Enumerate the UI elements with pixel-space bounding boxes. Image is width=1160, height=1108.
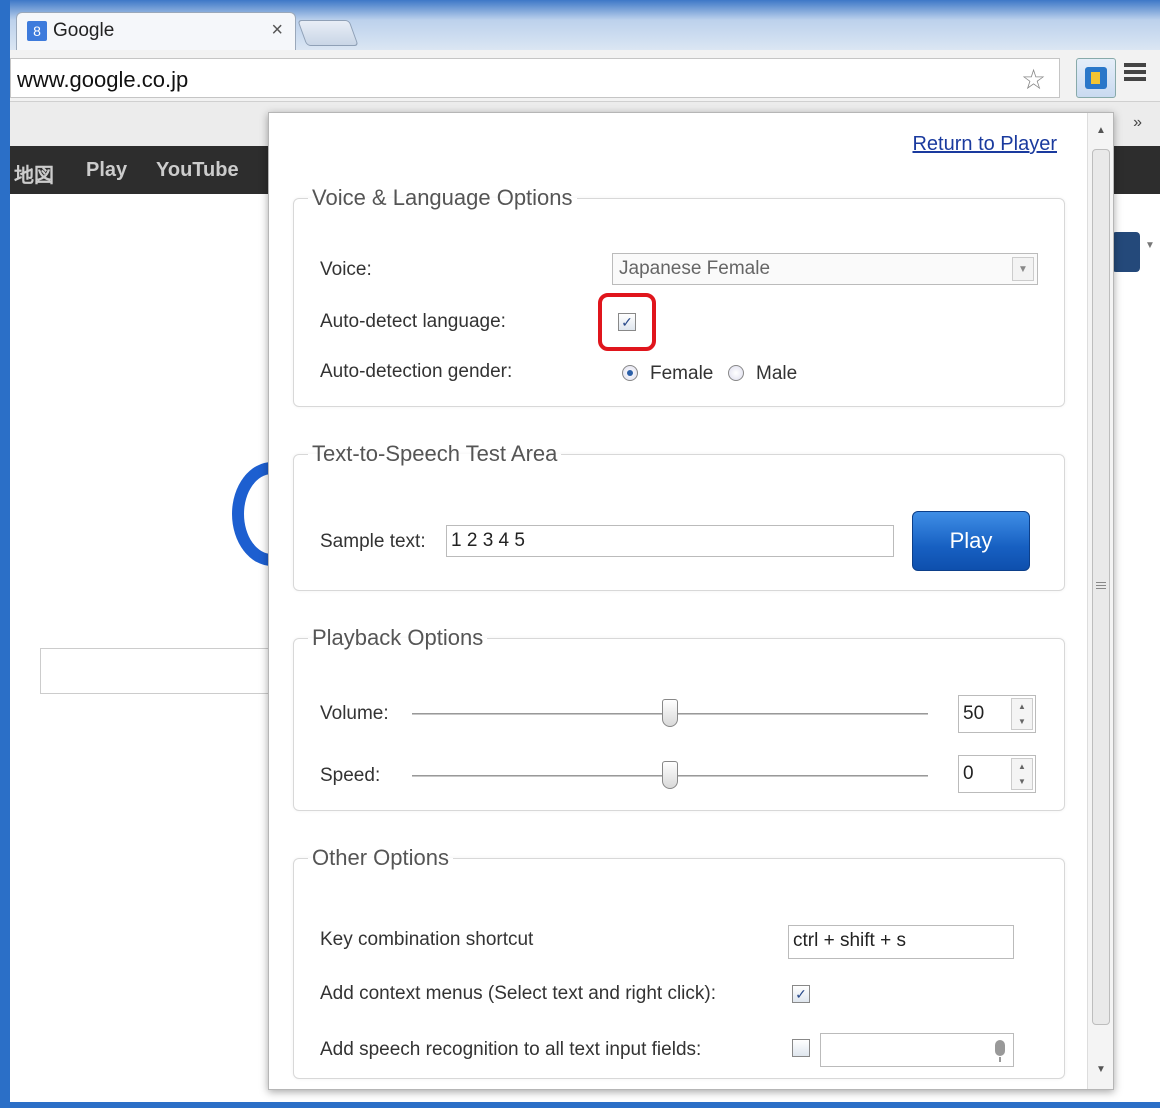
speed-label: Speed: (320, 765, 381, 786)
google-search-input[interactable] (40, 648, 280, 694)
scrollbar-grip-icon (1096, 580, 1106, 591)
browser-toolbar: www.google.co.jp ☆ (10, 50, 1160, 102)
voice-select-value: Japanese Female (619, 258, 771, 279)
other-options-legend: Other Options (312, 845, 449, 870)
volume-spinner[interactable]: 50 ▲ ▼ (958, 695, 1036, 733)
tts-test-area-group: Text-to-Speech Test Area Sample text: 1 … (293, 441, 1065, 591)
volume-label: Volume: (320, 703, 389, 724)
popup-scrollbar[interactable]: ▲ ▼ (1087, 113, 1113, 1089)
speech-recognition-checkbox[interactable] (792, 1039, 810, 1057)
sample-text-input[interactable]: 1 2 3 4 5 (446, 525, 894, 557)
tts-test-area-legend: Text-to-Speech Test Area (312, 441, 558, 466)
tab-google[interactable]: 8 Google × (16, 12, 296, 50)
speaker-icon (1085, 67, 1107, 89)
volume-stepper-icon[interactable]: ▲ ▼ (1011, 698, 1033, 730)
microphone-icon[interactable] (995, 1040, 1005, 1062)
volume-value: 50 (963, 703, 985, 724)
return-to-player-link[interactable]: Return to Player (912, 133, 1057, 156)
voice-language-legend: Voice & Language Options (312, 185, 573, 210)
volume-slider-thumb[interactable] (662, 699, 678, 727)
speed-value: 0 (963, 763, 974, 784)
extension-options-popup: ▲ ▼ Return to Player Voice & Language Op… (268, 112, 1114, 1090)
voice-language-options-group: Voice & Language Options Voice: Japanese… (293, 185, 1065, 407)
voice-label: Voice: (320, 259, 372, 280)
google-favicon-icon: 8 (27, 21, 47, 41)
chrome-menu-icon[interactable] (1124, 60, 1146, 84)
tab-strip: 8 Google × (10, 0, 1160, 50)
context-menus-label: Add context menus (Select text and right… (320, 983, 717, 1004)
key-shortcut-input[interactable]: ctrl + shift + s (788, 925, 1014, 959)
avatar-dropdown-icon[interactable]: ▼ (1145, 240, 1155, 251)
voice-select[interactable]: Japanese Female ▼ (612, 253, 1038, 285)
google-nav-maps[interactable]: 地図 (14, 159, 54, 188)
playback-options-legend: Playback Options (312, 625, 484, 650)
tab-close-icon[interactable]: × (271, 19, 283, 42)
speed-stepper-icon[interactable]: ▲ ▼ (1011, 758, 1033, 790)
playback-options-group: Playback Options Volume: 50 ▲ ▼ Speed: 0 … (293, 625, 1065, 811)
auto-detect-language-checkbox[interactable]: ✓ (618, 313, 636, 331)
address-bar[interactable]: www.google.co.jp ☆ (10, 58, 1060, 98)
tab-title: Google (53, 20, 115, 41)
speech-input-field[interactable] (820, 1033, 1014, 1067)
bookmark-star-icon[interactable]: ☆ (1021, 63, 1046, 96)
gender-male-radio[interactable] (728, 365, 744, 381)
key-shortcut-label: Key combination shortcut (320, 929, 534, 950)
new-tab-button[interactable] (297, 20, 359, 46)
sample-text-label: Sample text: (320, 531, 426, 552)
other-options-group: Other Options Key combination shortcut c… (293, 845, 1065, 1079)
avatar[interactable] (1112, 232, 1140, 272)
window-frame-bottom (0, 1102, 1160, 1108)
auto-detection-gender-label: Auto-detection gender: (320, 361, 513, 382)
gender-female-label: Female (650, 363, 714, 384)
scroll-down-icon[interactable]: ▼ (1096, 1064, 1106, 1075)
speech-recognition-label: Add speech recognition to all text input… (320, 1039, 702, 1060)
scrollbar-thumb[interactable] (1092, 149, 1110, 1025)
auto-detect-language-label: Auto-detect language: (320, 311, 506, 332)
google-nav-youtube[interactable]: YouTube (156, 159, 239, 182)
context-menus-checkbox[interactable]: ✓ (792, 985, 810, 1003)
speak-extension-button[interactable] (1076, 58, 1116, 98)
scroll-up-icon[interactable]: ▲ (1096, 125, 1106, 136)
address-bar-url: www.google.co.jp (17, 67, 189, 92)
google-nav-play[interactable]: Play (86, 159, 127, 182)
gender-female-radio[interactable] (622, 365, 638, 381)
chevron-down-icon: ▼ (1012, 257, 1034, 281)
speed-slider-thumb[interactable] (662, 761, 678, 789)
window-frame-left (0, 0, 10, 1108)
speed-spinner[interactable]: 0 ▲ ▼ (958, 755, 1036, 793)
bookmarks-overflow-icon[interactable]: » (1133, 114, 1142, 132)
gender-male-label: Male (756, 363, 798, 384)
play-button[interactable]: Play (912, 511, 1030, 571)
